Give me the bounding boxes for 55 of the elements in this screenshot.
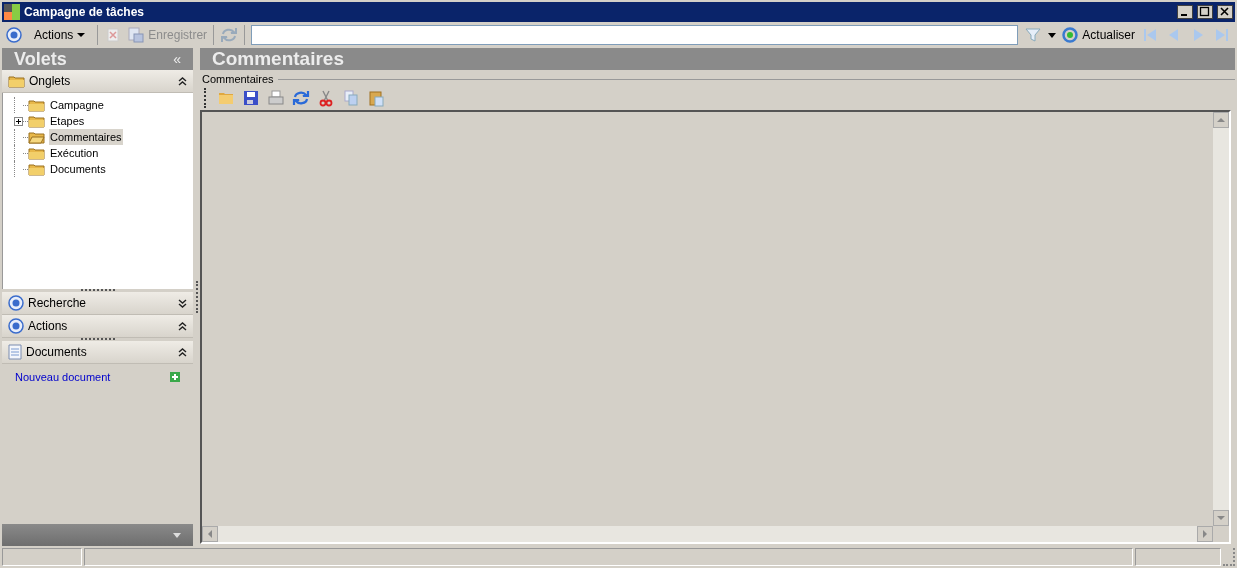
section-title[interactable]: Recherche <box>28 294 174 312</box>
save-icon[interactable] <box>242 89 260 107</box>
new-document-link[interactable]: Nouveau document <box>15 368 170 386</box>
circle-icon <box>8 295 24 311</box>
actions-menu[interactable]: Actions <box>28 26 92 44</box>
sync-icon[interactable] <box>220 26 239 44</box>
folder-icon <box>28 130 45 144</box>
section-header[interactable]: Actions <box>2 315 193 338</box>
circle-icon <box>6 27 22 43</box>
section-header[interactable]: Onglets <box>2 70 193 93</box>
save-icon <box>128 27 145 43</box>
vertical-scrollbar[interactable] <box>1213 112 1229 526</box>
copy-icon[interactable] <box>342 89 360 107</box>
tree-item[interactable]: Campagne <box>49 96 105 114</box>
printer-icon[interactable] <box>267 89 285 107</box>
tree-item[interactable]: Exécution <box>49 144 100 162</box>
horizontal-scrollbar[interactable] <box>202 526 1213 542</box>
group-label: Commentaires <box>201 71 274 87</box>
dropdown-icon[interactable] <box>1048 32 1057 38</box>
add-icon[interactable] <box>170 372 180 382</box>
close-icon[interactable] <box>1217 5 1233 19</box>
folder-icon <box>28 98 45 112</box>
app-icon <box>4 4 20 20</box>
section-title[interactable]: Onglets <box>29 72 174 90</box>
circle-icon <box>8 318 24 334</box>
plus-box-icon[interactable] <box>14 116 23 126</box>
content-title: Commentaires <box>212 46 344 71</box>
tree-item[interactable]: Documents <box>49 160 107 178</box>
collapse-icon[interactable] <box>178 347 187 357</box>
sync-icon[interactable] <box>292 89 310 107</box>
collapse-icon[interactable] <box>178 321 187 331</box>
expand-icon[interactable] <box>178 298 187 308</box>
folder-icon <box>28 114 45 128</box>
section-header[interactable]: Documents <box>2 341 193 364</box>
search-field[interactable] <box>251 25 1019 45</box>
folder-icon <box>8 74 25 88</box>
document-icon <box>8 344 22 360</box>
section-title[interactable]: Actions <box>28 317 174 335</box>
scissors-icon[interactable] <box>317 89 335 107</box>
filter-icon[interactable] <box>1024 26 1043 44</box>
collapse-icon[interactable] <box>178 76 187 86</box>
tree-item[interactable]: Etapes <box>49 112 86 130</box>
section-header[interactable]: Recherche <box>2 292 193 315</box>
refresh-button[interactable]: Actualiser <box>1062 26 1135 44</box>
section-title[interactable]: Documents <box>26 343 174 361</box>
refresh-icon <box>1062 27 1079 43</box>
folder-icon <box>28 162 45 176</box>
minimize-icon[interactable] <box>1177 5 1193 19</box>
window-title: Campagne de tâches <box>24 4 146 21</box>
resize-grip[interactable] <box>1223 548 1235 566</box>
folder-icon <box>28 146 45 160</box>
paste-icon[interactable] <box>367 89 385 107</box>
maximize-icon[interactable] <box>1197 5 1213 19</box>
tree-item[interactable]: Commentaires <box>49 128 123 146</box>
panel-title: Volets <box>14 47 68 71</box>
